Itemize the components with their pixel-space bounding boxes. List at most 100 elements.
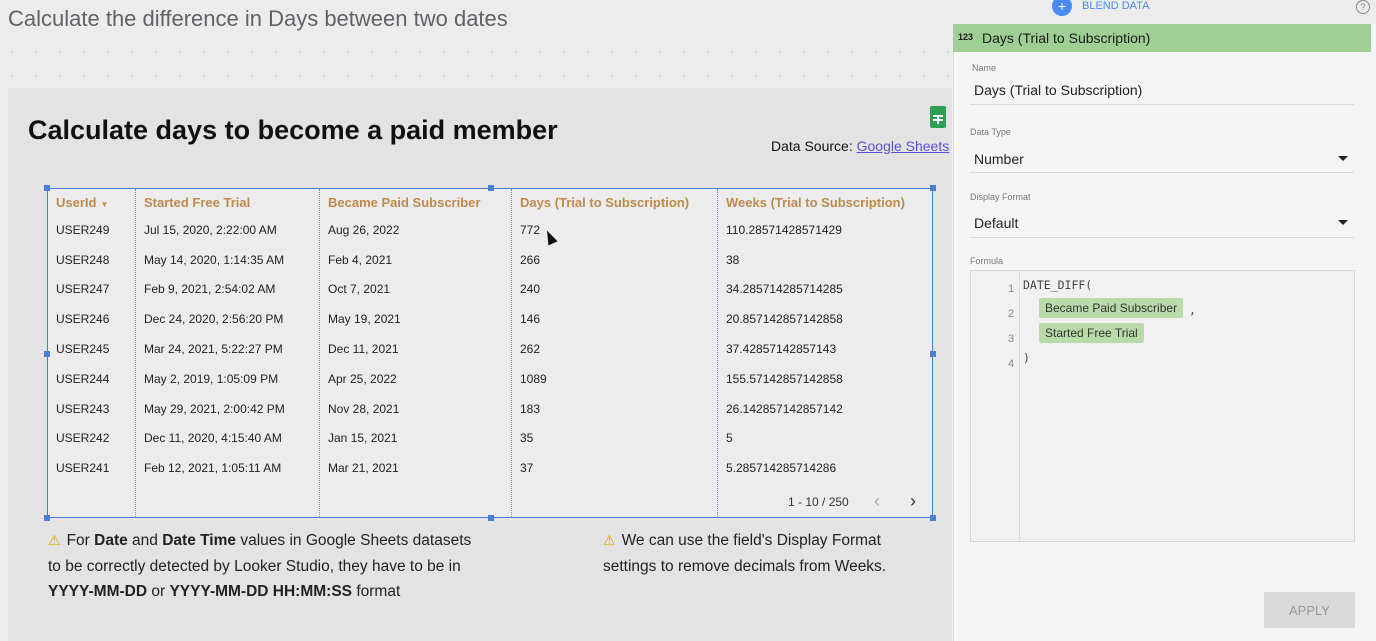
number-type-icon: 123 <box>958 32 974 42</box>
cell-paid: Dec 11, 2021 <box>328 342 399 357</box>
column-divider <box>319 189 320 517</box>
field-chip-became-paid-subscriber[interactable]: Became Paid Subscriber <box>1039 298 1184 318</box>
chevron-down-icon[interactable] <box>1338 156 1348 161</box>
cell-userid: USER244 <box>56 371 110 386</box>
warning-icon: ⚠ <box>603 532 616 548</box>
resize-handle[interactable] <box>44 515 50 521</box>
name-input[interactable]: Days (Trial to Subscription) <box>974 82 1142 98</box>
cell-days: 772 <box>520 222 541 237</box>
google-sheets-icon <box>930 106 946 128</box>
table-row: USER249 Jul 15, 2020, 2:22:00 AM Aug 26,… <box>48 215 932 245</box>
column-header-userid[interactable]: UserId ▼ <box>48 189 136 215</box>
resize-handle[interactable] <box>930 515 936 521</box>
table-row: USER245 Mar 24, 2021, 5:22:27 PM Dec 11,… <box>48 334 932 364</box>
cell-userid: USER248 <box>56 252 110 267</box>
column-header-days[interactable]: Days (Trial to Subscription) <box>512 189 718 215</box>
table-row: USER241 Feb 12, 2021, 1:05:11 AM Mar 21,… <box>48 453 932 483</box>
formula-label: Formula <box>970 256 1004 266</box>
data-type-select[interactable]: Number <box>974 151 1024 167</box>
sort-descending-icon[interactable]: ▼ <box>100 200 108 209</box>
table-header-row: UserId ▼ Started Free Trial Became Paid S… <box>48 189 932 215</box>
cell-userid: USER241 <box>56 461 110 476</box>
column-divider <box>511 189 512 517</box>
line-number: 3 <box>1008 333 1015 345</box>
table-row: USER243 May 29, 2021, 2:00:42 PM Nov 28,… <box>48 394 932 424</box>
data-table: UserId ▼ Started Free Trial Became Paid S… <box>48 189 932 483</box>
formula-editor[interactable]: 1 2 3 4 DATE_DIFF( Became Paid Subscribe… <box>970 270 1355 542</box>
column-header-became-paid-subscriber[interactable]: Became Paid Subscriber <box>320 189 512 215</box>
resize-handle[interactable] <box>488 515 494 521</box>
cell-weeks: 5.285714285714286 <box>726 461 837 476</box>
cell-weeks: 155.57142857142858 <box>726 371 843 386</box>
cell-days: 1089 <box>520 371 547 386</box>
table-row: USER247 Feb 9, 2021, 2:54:02 AM Oct 7, 2… <box>48 275 932 305</box>
help-icon[interactable]: ? <box>1356 0 1370 14</box>
chevron-right-icon[interactable]: › <box>910 491 916 512</box>
data-table-chart[interactable]: UserId ▼ Started Free Trial Became Paid S… <box>47 188 933 518</box>
cell-started: May 2, 2019, 1:05:09 PM <box>144 371 279 386</box>
canvas-grid <box>0 40 950 88</box>
column-divider <box>135 189 136 517</box>
cell-started: Dec 11, 2020, 4:15:40 AM <box>144 431 282 446</box>
resize-handle[interactable] <box>930 351 936 357</box>
line-number: 2 <box>1008 308 1015 320</box>
cell-userid: USER242 <box>56 431 110 446</box>
cell-days: 183 <box>520 401 541 416</box>
cell-paid: Feb 4, 2021 <box>328 252 393 267</box>
cell-userid: USER249 <box>56 222 110 237</box>
note-date-format: ⚠ For Date and Date Time values in Google… <box>48 532 472 600</box>
column-header-started-free-trial[interactable]: Started Free Trial <box>136 189 320 215</box>
cell-paid: Nov 28, 2021 <box>328 401 400 416</box>
cell-started: Feb 12, 2021, 1:05:11 AM <box>144 461 282 476</box>
data-type-label: Data Type <box>970 127 1011 137</box>
cell-weeks: 38 <box>726 252 740 267</box>
line-number-gutter: 1 2 3 4 <box>971 271 1020 541</box>
line-number: 1 <box>1008 283 1015 295</box>
blend-data-button[interactable]: BLEND DATA <box>1082 0 1149 12</box>
display-format-select[interactable]: Default <box>974 215 1018 231</box>
cell-paid: May 19, 2021 <box>328 312 401 327</box>
display-format-label: Display Format <box>970 192 1031 202</box>
line-number: 4 <box>1008 358 1015 370</box>
resize-handle[interactable] <box>488 185 494 191</box>
cell-started: Feb 9, 2021, 2:54:02 AM <box>144 282 276 297</box>
table-row: USER248 May 14, 2020, 1:14:35 AM Feb 4, … <box>48 245 932 275</box>
cell-weeks: 26.142857142857142 <box>726 401 843 416</box>
column-header-weeks[interactable]: Weeks (Trial to Subscription) <box>718 189 932 215</box>
cell-paid: Mar 21, 2021 <box>328 461 399 476</box>
pagination: 1 - 10 / 250 ‹ › <box>788 491 916 511</box>
column-divider <box>717 189 718 517</box>
table-row: USER242 Dec 11, 2020, 4:15:40 AM Jan 15,… <box>48 424 932 454</box>
formula-close-paren: ) <box>1023 351 1030 365</box>
resize-handle[interactable] <box>44 351 50 357</box>
cell-userid: USER243 <box>56 401 110 416</box>
data-source: Data Source: Google Sheets <box>771 138 949 154</box>
warning-icon: ⚠ <box>48 532 61 548</box>
cell-paid: Apr 25, 2022 <box>328 371 397 386</box>
name-label: Name <box>972 63 997 73</box>
cell-userid: USER246 <box>56 312 110 327</box>
cell-days: 146 <box>520 312 541 327</box>
cell-started: Jul 15, 2020, 2:22:00 AM <box>144 222 277 237</box>
cell-started: Dec 24, 2020, 2:56:20 PM <box>144 312 284 327</box>
resize-handle[interactable] <box>930 185 936 191</box>
apply-button[interactable]: APPLY <box>1264 592 1355 628</box>
cell-paid: Aug 26, 2022 <box>328 222 400 237</box>
data-source-link[interactable]: Google Sheets <box>857 138 950 154</box>
cell-days: 266 <box>520 252 541 267</box>
cell-weeks: 110.28571428571429 <box>726 222 842 237</box>
cell-weeks: 37.42857142857143 <box>726 342 837 357</box>
table-row: USER246 Dec 24, 2020, 2:56:20 PM May 19,… <box>48 304 932 334</box>
chevron-left-icon[interactable]: ‹ <box>874 491 880 512</box>
divider <box>970 172 1354 173</box>
cell-days: 37 <box>520 461 534 476</box>
note-display-format: ⚠ We can use the field's Display Format s… <box>603 532 887 575</box>
field-chip-started-free-trial[interactable]: Started Free Trial <box>1039 323 1144 343</box>
cell-days: 262 <box>520 342 541 357</box>
data-source-label: Data Source: <box>771 138 857 154</box>
chevron-down-icon[interactable] <box>1338 220 1348 225</box>
resize-handle[interactable] <box>44 185 50 191</box>
report-title: Calculate days to become a paid member <box>28 115 558 145</box>
field-editor-title: Days (Trial to Subscription) <box>982 30 1151 46</box>
cell-userid: USER247 <box>56 282 110 297</box>
